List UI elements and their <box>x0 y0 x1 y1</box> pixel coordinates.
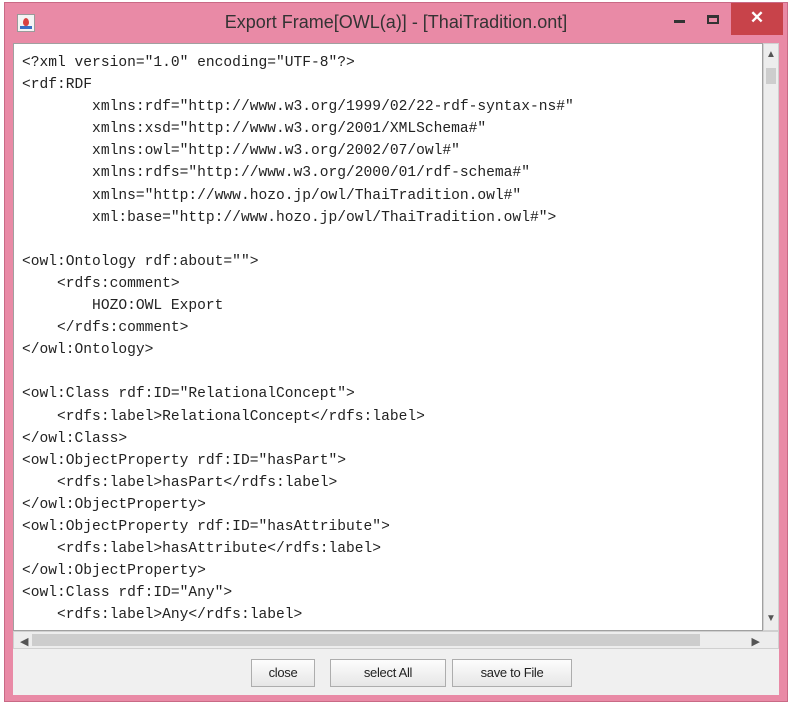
horizontal-scroll-thumb[interactable] <box>32 634 700 646</box>
minimize-icon <box>673 20 685 23</box>
owl-code: <?xml version="1.0" encoding="UTF-8"?> <r… <box>14 44 762 626</box>
title-bar[interactable]: Export Frame[OWL(a)] - [ThaiTradition.on… <box>5 3 787 43</box>
code-line: </owl:ObjectProperty> <box>22 563 206 580</box>
code-line: </owl:ObjectProperty> <box>22 496 206 513</box>
code-line: xml:base="http://www.hozo.jp/owl/ThaiTra… <box>22 209 557 226</box>
code-line: <?xml version="1.0" encoding="UTF-8"?> <box>22 55 355 71</box>
scroll-up-icon[interactable]: ▲ <box>764 50 778 60</box>
horizontal-scrollbar[interactable]: ◀ ▶ <box>13 631 779 649</box>
code-line: <rdfs:label>RelationalConcept</rdfs:labe… <box>22 408 425 425</box>
code-line: </owl:Ontology> <box>22 342 154 359</box>
code-line: xmlns:rdfs="http://www.w3.org/2000/01/rd… <box>22 165 530 182</box>
java-cup-icon[interactable] <box>17 14 35 32</box>
code-line: <owl:ObjectProperty rdf:ID="hasPart"> <box>22 452 347 469</box>
vertical-scroll-thumb[interactable] <box>766 68 776 84</box>
close-icon: ✕ <box>749 8 765 27</box>
code-line: <owl:Class rdf:ID="RelationalConcept"> <box>22 386 355 403</box>
code-line: <owl:ObjectProperty rdf:ID="hasAttribute… <box>22 518 390 535</box>
save-to-file-button[interactable]: save to File <box>452 659 572 687</box>
code-line: xmlns:xsd="http://www.w3.org/2001/XMLSch… <box>22 121 487 138</box>
minimize-button[interactable] <box>662 3 696 35</box>
scroll-down-icon[interactable]: ▼ <box>764 614 778 624</box>
code-line: <rdfs:comment> <box>22 275 180 292</box>
select-all-button[interactable]: select All <box>330 659 446 687</box>
code-line: <rdfs:label>hasPart</rdfs:label> <box>22 474 338 491</box>
code-line: <rdfs:label>hasAttribute</rdfs:label> <box>22 541 382 558</box>
vertical-scrollbar[interactable]: ▲ ▼ <box>763 43 779 631</box>
close-window-button[interactable]: ✕ <box>731 3 783 35</box>
button-bar: close select All save to File <box>13 649 779 695</box>
code-line: xmlns:rdf="http://www.w3.org/1999/02/22-… <box>22 99 574 116</box>
maximize-icon <box>707 15 719 24</box>
scroll-right-icon[interactable]: ▶ <box>752 635 760 648</box>
close-button[interactable]: close <box>251 659 315 687</box>
export-frame-window: Export Frame[OWL(a)] - [ThaiTradition.on… <box>4 2 788 702</box>
code-line: <owl:Ontology rdf:about=""> <box>22 253 259 270</box>
code-line: <rdfs:label>Any</rdfs:label> <box>22 607 303 624</box>
code-line: </rdfs:comment> <box>22 320 189 337</box>
maximize-button[interactable] <box>696 3 730 35</box>
owl-export-text-area[interactable]: <?xml version="1.0" encoding="UTF-8"?> <r… <box>13 43 763 631</box>
code-line: </owl:Class> <box>22 430 128 447</box>
scroll-left-icon[interactable]: ◀ <box>20 635 28 648</box>
code-line: xmlns:owl="http://www.w3.org/2002/07/owl… <box>22 143 460 160</box>
client-area: <?xml version="1.0" encoding="UTF-8"?> <r… <box>13 43 779 695</box>
code-line: <owl:Class rdf:ID="Any"> <box>22 585 233 602</box>
window-title: Export Frame[OWL(a)] - [ThaiTradition.on… <box>224 12 568 32</box>
code-line: HOZO:OWL Export <box>22 298 224 315</box>
code-line: xmlns="http://www.hozo.jp/owl/ThaiTradit… <box>22 187 522 204</box>
code-line: <rdf:RDF <box>22 77 93 94</box>
